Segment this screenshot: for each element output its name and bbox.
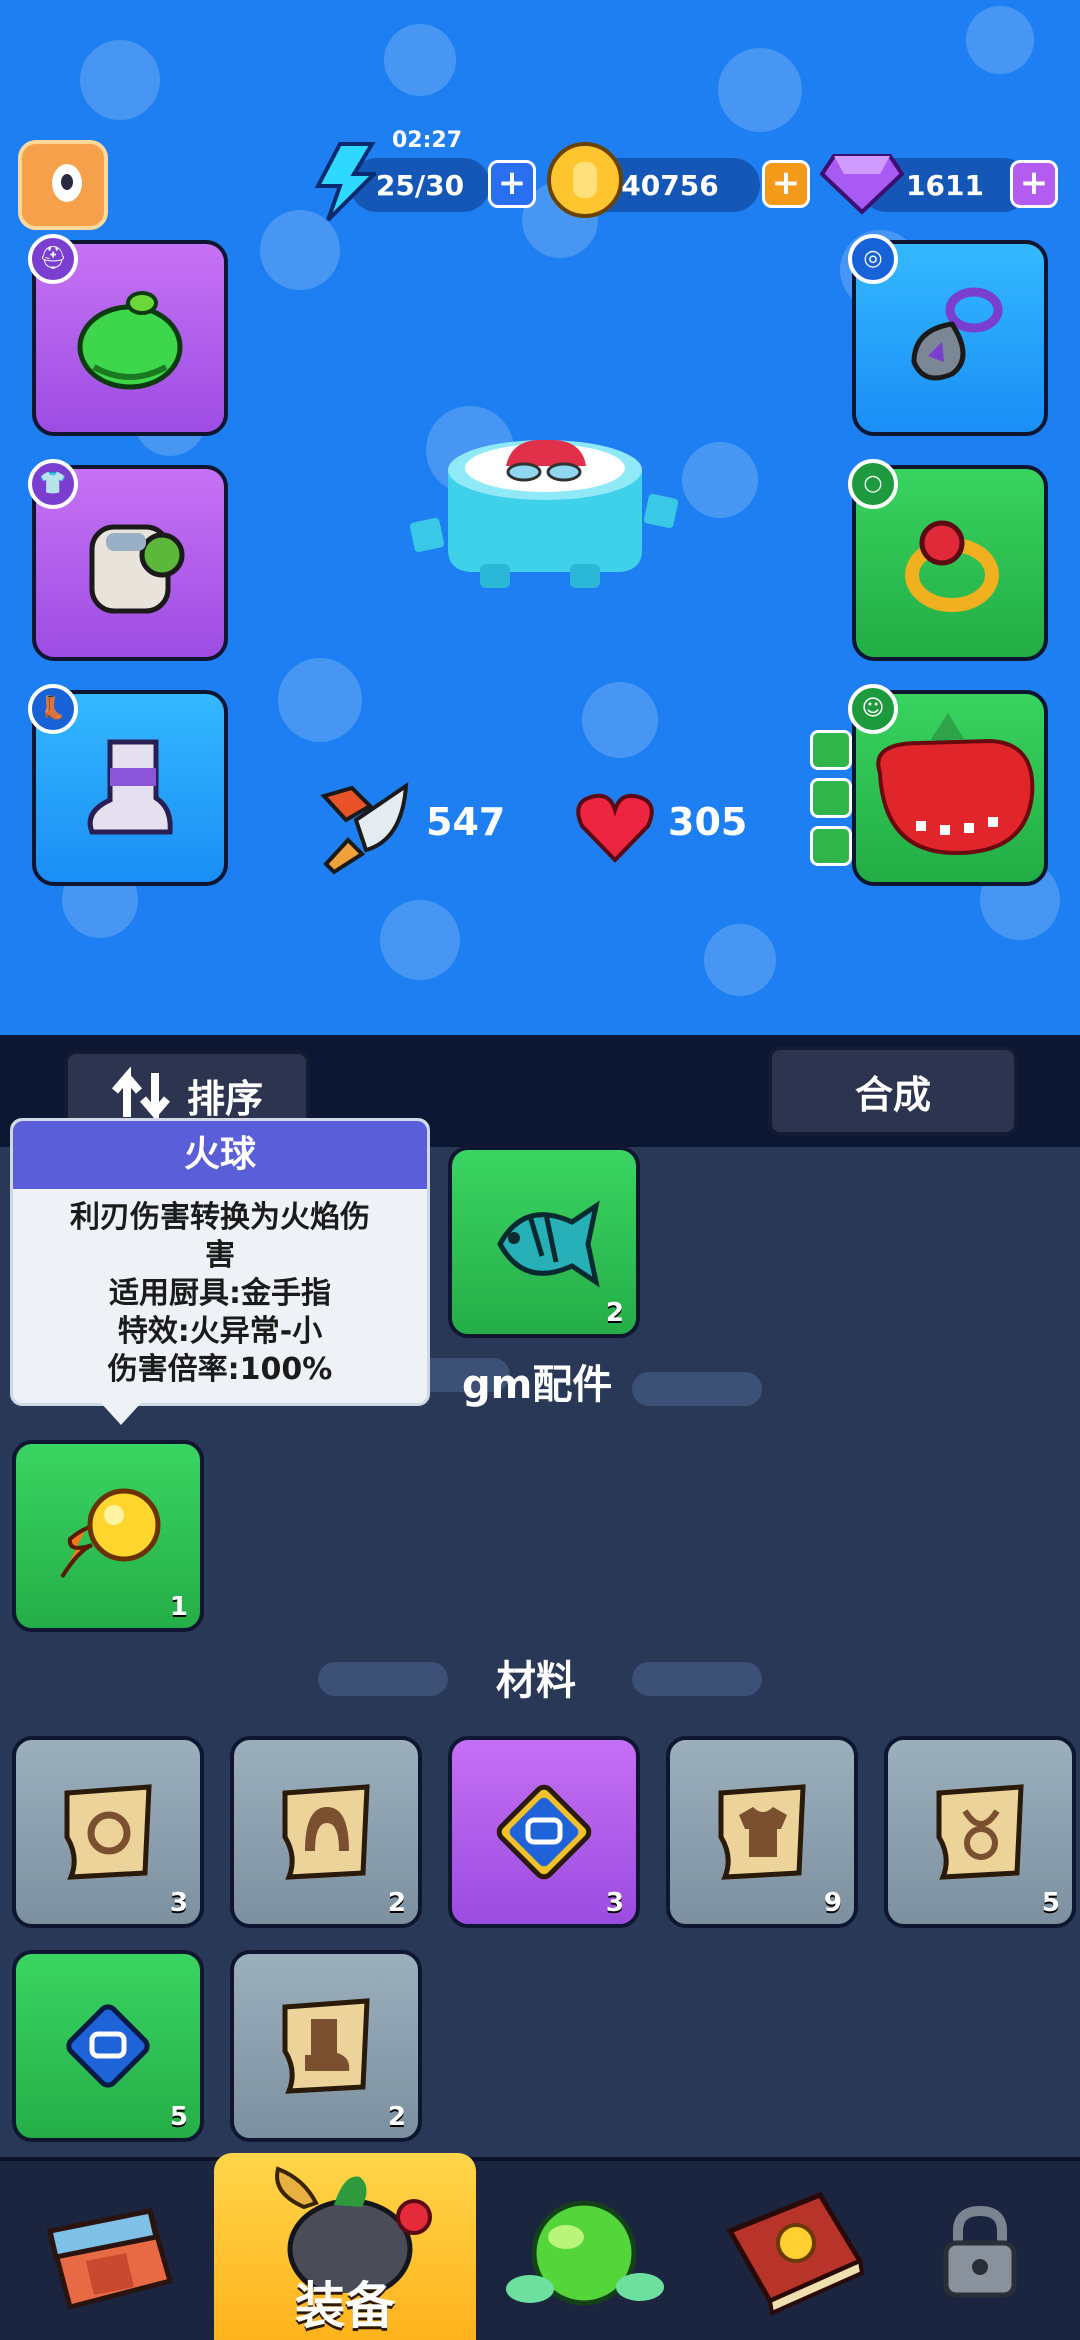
heart-icon (576, 793, 654, 863)
armor-icon (89, 524, 185, 614)
gm-section-title: gm配件 (462, 1362, 613, 1408)
tooltip-line: 伤害倍率:100% (107, 1352, 333, 1387)
health-value: 305 (668, 800, 748, 844)
coins-plus-button[interactable]: + (762, 160, 810, 208)
nav-shop[interactable] (0, 2161, 216, 2340)
bottom-nav: 装备 (0, 2153, 1080, 2340)
helmet-slot-icon: ⛑ (28, 234, 78, 284)
item-count: 2 (387, 1888, 406, 1918)
sort-label: 排序 (186, 1076, 263, 1121)
item-tooltip: 火球 利刃伤害转换为火焰伤 害 适用厨具:金手指 特效:火异常-小 伤害倍率:1… (10, 1118, 430, 1425)
fish-item[interactable]: 2 (448, 1146, 640, 1338)
avatar-pupil (61, 174, 73, 190)
side-tab-2[interactable] (810, 778, 852, 818)
material-item[interactable]: 3 (12, 1736, 204, 1928)
blue-scroll-icon (66, 2004, 150, 2088)
fireball-icon (60, 1488, 161, 1579)
book-icon (726, 2191, 865, 2316)
item-count: 3 (605, 1888, 624, 1918)
item-count: 3 (169, 1888, 188, 1918)
coin-icon (547, 142, 623, 218)
item-count: 1 (169, 1592, 188, 1622)
cloud-decoration (632, 1372, 762, 1406)
gm-scroll-icon (496, 1784, 592, 1880)
materials-section-title: 材料 (496, 1658, 576, 1704)
side-tab-3[interactable] (810, 826, 852, 866)
tooltip-line: 利刃伤害转换为火焰伤 (70, 1200, 370, 1235)
attack-value: 547 (426, 800, 506, 844)
material-item[interactable]: 5 (884, 1736, 1076, 1928)
helmet-scroll-icon (282, 1784, 370, 1880)
tooltip-pointer (101, 1403, 141, 1425)
material-item[interactable]: 2 (230, 1950, 422, 2142)
sword-icon (320, 782, 409, 875)
pet-icon (876, 713, 1035, 856)
lock-icon (943, 2205, 1017, 2298)
item-count: 5 (169, 2102, 188, 2132)
player-character (409, 439, 679, 588)
lightning-icon (314, 142, 376, 222)
energy-timer: 02:27 (392, 128, 463, 153)
helmet-icon (77, 291, 183, 390)
equipment-screen: 02:27 25/30 + 40756 + 1611 + ⛑ 👕 👢 ◎ ○ ☺… (0, 0, 1080, 1035)
amulet-icon (911, 287, 1003, 381)
nav-book[interactable] (690, 2161, 906, 2340)
material-item[interactable]: 5 (12, 1950, 204, 2142)
amulet-scroll-icon-2 (936, 1784, 1024, 1880)
boots-slot[interactable]: 👢 (28, 684, 228, 886)
tooltip-line: 适用厨具:金手指 (109, 1276, 331, 1311)
tooltip-line: 特效:火异常-小 (117, 1314, 323, 1349)
nav-orb[interactable] (480, 2161, 696, 2340)
material-item[interactable]: 9 (666, 1736, 858, 1928)
armor-slot-icon: 👕 (28, 459, 78, 509)
helmet-slot[interactable]: ⛑ (28, 234, 228, 436)
nav-equip-label: 装备 (295, 2277, 395, 2335)
material-item[interactable]: 3 (448, 1736, 640, 1928)
nav-locked[interactable] (900, 2161, 1080, 2340)
amulet-scroll-icon (64, 1784, 152, 1880)
boots-slot-icon: 👢 (28, 684, 78, 734)
gem-icon (820, 154, 904, 215)
fish-icon (497, 1200, 600, 1288)
shop-icon (46, 2208, 174, 2311)
item-count: 2 (605, 1298, 624, 1328)
fireball-item[interactable]: 1 (12, 1440, 204, 1632)
nav-equip[interactable]: 装备 (214, 2153, 476, 2340)
armor-scroll-icon (718, 1784, 806, 1880)
player-avatar[interactable] (18, 140, 108, 230)
gems-plus-button[interactable]: + (1010, 160, 1058, 208)
amulet-slot[interactable]: ◎ (848, 234, 1048, 436)
ring-icon (905, 520, 999, 612)
tooltip-title: 火球 (13, 1121, 427, 1189)
swap-icon (111, 1067, 171, 1123)
armor-slot[interactable]: 👕 (28, 459, 228, 661)
item-count: 2 (387, 2102, 406, 2132)
item-count: 5 (1041, 1888, 1060, 1918)
boots-icon (87, 739, 173, 835)
ring-slot[interactable]: ○ (848, 459, 1048, 661)
combine-button[interactable]: 合成 (768, 1046, 1018, 1136)
energy-plus-button[interactable]: + (488, 160, 536, 208)
green-orb-icon (506, 2200, 664, 2306)
amulet-slot-icon: ◎ (848, 234, 898, 284)
combine-label: 合成 (854, 1072, 931, 1117)
cloud-decoration (318, 1662, 448, 1696)
pet-slot[interactable]: ☺ (848, 684, 1048, 886)
tooltip-line: 害 (205, 1238, 235, 1273)
item-count: 9 (823, 1888, 842, 1918)
ring-slot-icon: ○ (848, 459, 898, 509)
boots-scroll-icon (282, 1998, 370, 2094)
cloud-decoration (632, 1662, 762, 1696)
material-item[interactable]: 2 (230, 1736, 422, 1928)
side-tab-1[interactable] (810, 730, 852, 770)
